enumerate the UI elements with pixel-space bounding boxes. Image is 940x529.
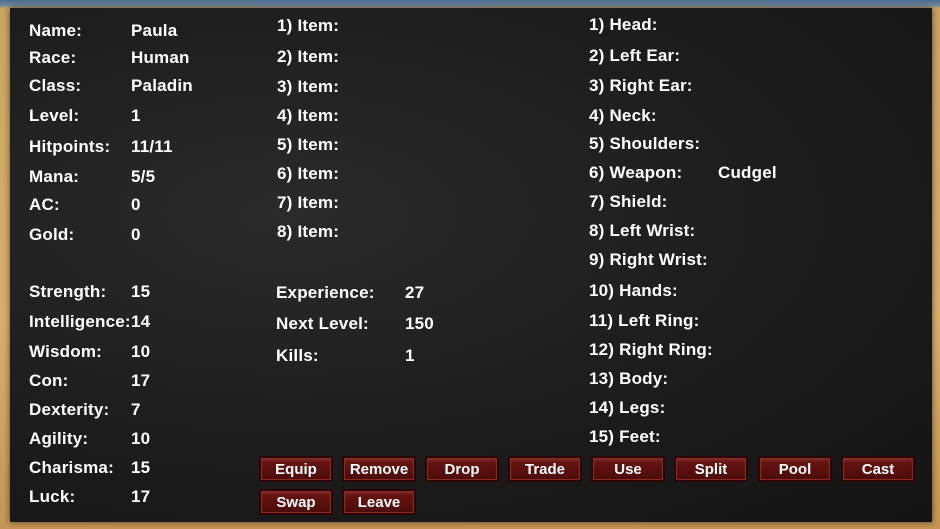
attribute-label: Charisma: <box>29 458 114 477</box>
pool-button[interactable]: Pool <box>758 456 832 482</box>
use-button[interactable]: Use <box>591 456 665 482</box>
stat-label: Mana: <box>29 167 80 186</box>
stat-label: Name: <box>29 21 82 40</box>
stat-value: 11/11 <box>131 137 173 156</box>
attribute-value: 17 <box>131 487 151 506</box>
stat-label: Gold: <box>29 225 75 244</box>
equipment-slot[interactable]: 14) Legs: <box>589 398 665 418</box>
equipment-slot[interactable]: 1) Head: <box>589 15 658 35</box>
stat-value: 1 <box>131 106 141 125</box>
attribute-label: Con: <box>29 371 69 390</box>
equipment-slot[interactable]: 3) Right Ear: <box>589 76 693 96</box>
leave-button[interactable]: Leave <box>342 489 416 515</box>
equipment-slot[interactable]: 12) Right Ring: <box>589 340 713 360</box>
equipped-item: Cudgel <box>718 163 777 182</box>
stat-value: Paladin <box>131 76 193 95</box>
inventory-slot[interactable]: 7) Item: <box>277 193 339 213</box>
inventory-slot[interactable]: 2) Item: <box>277 47 339 67</box>
attribute-label: Wisdom: <box>29 342 103 361</box>
stat-value: 0 <box>131 195 141 214</box>
equipment-slot[interactable]: 8) Left Wrist: <box>589 221 695 241</box>
attribute-value: 17 <box>131 371 151 390</box>
cast-button[interactable]: Cast <box>841 456 915 482</box>
swap-button[interactable]: Swap <box>259 489 333 515</box>
inventory-slot[interactable]: 4) Item: <box>277 106 339 126</box>
inventory-slot[interactable]: 6) Item: <box>277 164 339 184</box>
remove-button[interactable]: Remove <box>342 456 416 482</box>
attribute-value: 10 <box>131 342 151 361</box>
progress-label: Experience: <box>276 283 375 302</box>
equipment-slot[interactable]: 5) Shoulders: <box>589 134 700 154</box>
equipment-slot[interactable]: 6) Weapon: <box>589 163 682 183</box>
split-button[interactable]: Split <box>674 456 748 482</box>
stat-label: Hitpoints: <box>29 137 111 156</box>
drop-button[interactable]: Drop <box>425 456 499 482</box>
equipment-slot[interactable]: 4) Neck: <box>589 106 657 126</box>
equip-button[interactable]: Equip <box>259 456 333 482</box>
progress-value: 1 <box>405 346 415 365</box>
progress-label: Next Level: <box>276 314 369 333</box>
stat-label: Level: <box>29 106 80 125</box>
equipment-slot[interactable]: 11) Left Ring: <box>589 311 699 331</box>
stat-value: Paula <box>131 21 178 40</box>
inventory-slot[interactable]: 1) Item: <box>277 16 339 36</box>
stat-value: 5/5 <box>131 167 156 186</box>
equipment-slot[interactable]: 13) Body: <box>589 369 668 389</box>
stat-label: AC: <box>29 195 60 214</box>
stat-label: Class: <box>29 76 82 95</box>
stat-value: Human <box>131 48 190 67</box>
stat-label: Race: <box>29 48 77 67</box>
attribute-label: Strength: <box>29 282 107 301</box>
attribute-value: 10 <box>131 429 151 448</box>
attribute-value: 15 <box>131 282 151 301</box>
progress-value: 27 <box>405 283 425 302</box>
attribute-value: 7 <box>131 400 141 419</box>
equipment-slot[interactable]: 9) Right Wrist: <box>589 250 708 270</box>
equipment-slot[interactable]: 2) Left Ear: <box>589 46 680 66</box>
attribute-label: Agility: <box>29 429 89 448</box>
inventory-slot[interactable]: 8) Item: <box>277 222 339 242</box>
attribute-value: 15 <box>131 458 151 477</box>
equipment-slot[interactable]: 7) Shield: <box>589 192 668 212</box>
progress-value: 150 <box>405 314 434 333</box>
inventory-slot[interactable]: 3) Item: <box>277 77 339 97</box>
attribute-label: Luck: <box>29 487 76 506</box>
attribute-label: Intelligence: <box>29 312 131 331</box>
attribute-value: 14 <box>131 312 151 331</box>
progress-label: Kills: <box>276 346 319 365</box>
inventory-slot[interactable]: 5) Item: <box>277 135 339 155</box>
equipment-slot[interactable]: 10) Hands: <box>589 281 678 301</box>
trade-button[interactable]: Trade <box>508 456 582 482</box>
equipment-slot[interactable]: 15) Feet: <box>589 427 661 447</box>
stat-value: 0 <box>131 225 141 244</box>
attribute-label: Dexterity: <box>29 400 110 419</box>
